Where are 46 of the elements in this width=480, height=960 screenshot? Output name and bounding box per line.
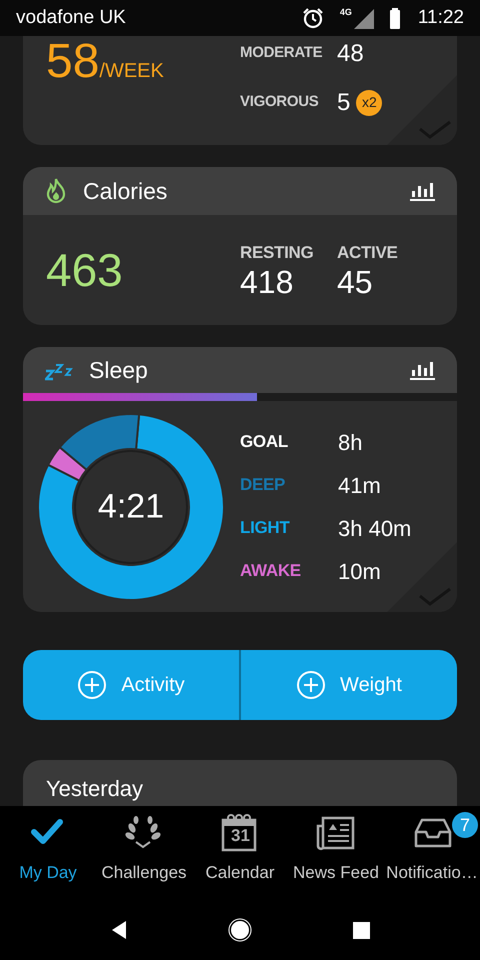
multiplier-badge: x2 <box>356 90 382 116</box>
notification-badge: 7 <box>452 812 478 838</box>
legend-value: 8h <box>338 428 362 456</box>
stat-value: 5 <box>337 88 350 118</box>
legend-label: DEEP <box>240 474 286 496</box>
clock-time: 11:22 <box>418 6 464 30</box>
battery-icon <box>388 6 402 30</box>
calendar-day: 31 <box>231 827 250 844</box>
card-title: Yesterday <box>46 776 144 801</box>
legend-label: GOAL <box>240 431 289 454</box>
plus-icon <box>77 670 108 700</box>
network-type: 4G <box>340 6 352 19</box>
bar-chart-icon[interactable] <box>410 181 435 201</box>
recent-apps-icon[interactable] <box>352 920 370 940</box>
nav-tab[interactable]: 31 Calendar <box>192 806 288 900</box>
stat-value: 418 <box>240 265 294 300</box>
nav-tab[interactable]: Notificatio… 7 <box>384 806 480 900</box>
stat-value: 48 <box>337 38 364 68</box>
plus-icon <box>296 670 326 700</box>
calories-total: 463 <box>46 242 124 298</box>
card-title: Calories <box>83 176 168 206</box>
legend-value: 41m <box>338 472 381 500</box>
stat-label: ACTIVE <box>337 242 399 264</box>
flame-icon <box>45 178 67 204</box>
nav-tab[interactable]: My Day <box>0 806 96 900</box>
legend-value: 3h 40m <box>338 514 412 542</box>
home-icon[interactable] <box>228 918 252 942</box>
bar-chart-icon[interactable] <box>410 360 435 380</box>
nav-tab[interactable]: Challenges <box>96 806 192 900</box>
sleep-total: 4:21 <box>98 486 164 527</box>
legend-value: 10m <box>338 558 381 586</box>
newspaper-icon <box>316 814 356 852</box>
stat-label: MODERATE <box>240 43 324 64</box>
back-icon[interactable] <box>110 919 128 941</box>
card-title: Sleep <box>89 356 149 385</box>
nav-tab[interactable]: News Feed <box>288 806 384 900</box>
signal-icon <box>352 7 374 29</box>
carrier-name: vodafone UK <box>16 6 126 30</box>
intensity-minutes: 58 <box>46 38 100 86</box>
legend-label: LIGHT <box>240 517 291 540</box>
legend-label: AWAKE <box>240 560 302 582</box>
stat-label: RESTING <box>240 242 314 264</box>
stat-value: 45 <box>337 265 374 300</box>
alarm-icon <box>302 7 324 29</box>
stat-label: VIGOROUS <box>240 92 320 112</box>
unit-label: /WEEK <box>99 59 164 84</box>
